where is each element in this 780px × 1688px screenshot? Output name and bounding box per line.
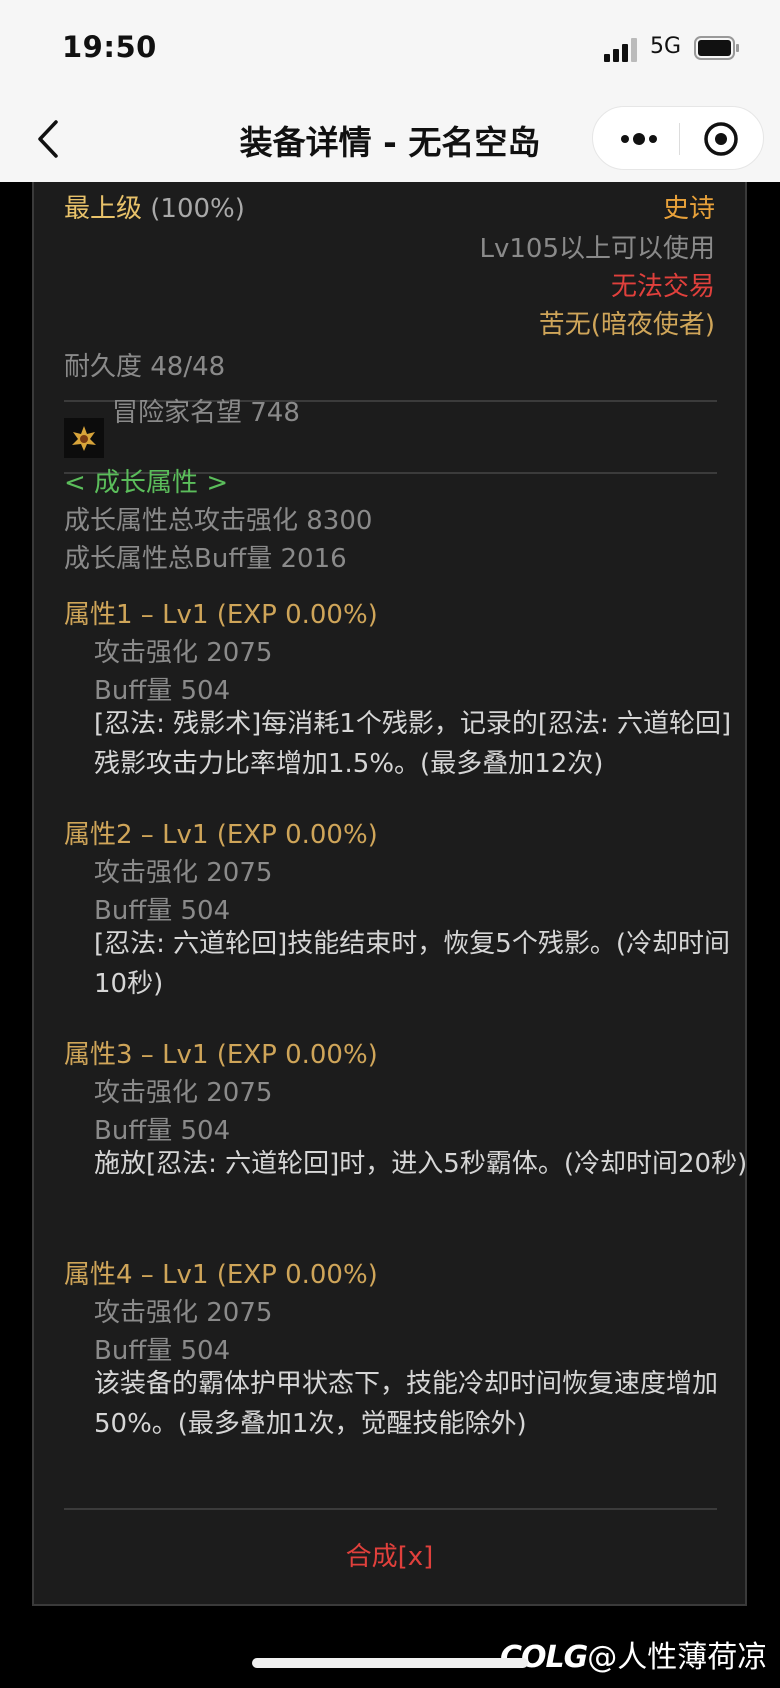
attribute-4-buff: Buff量 504	[94, 1336, 231, 1366]
growth-total-buff: 成长属性总Buff量 2016	[64, 544, 347, 574]
back-chevron-icon[interactable]	[30, 116, 70, 162]
growth-total-attack: 成长属性总攻击强化 8300	[64, 506, 373, 536]
signal-icon	[604, 38, 637, 62]
attribute-4-desc: 该装备的霸体护甲状态下，技能冷却时间恢复速度增加50%。(最多叠加1次，觉醒技能…	[94, 1369, 719, 1439]
home-indicator[interactable]	[252, 1658, 528, 1668]
attribute-3-buff: Buff量 504	[94, 1116, 231, 1146]
top-bar: 19:50 5G 装备详情 - 无名空岛	[0, 0, 780, 182]
reputation-emblem-icon	[64, 418, 104, 458]
equipment-detail-panel: 最上级 (100%) 史诗 Lv105以上可以使用 无法交易 苦无(暗夜使者) …	[32, 182, 747, 1606]
attribute-3-desc: 施放[忍法: 六道轮回]时，进入5秒霸体。(冷却时间20秒)	[94, 1149, 748, 1179]
attribute-1-desc: [忍法: 残影术]每消耗1个残影，记录的[忍法: 六道轮回]残影攻击力比率增加1…	[94, 709, 732, 779]
trade-status: 无法交易	[610, 272, 715, 302]
attribute-4-title: 属性4 – Lv1 (EXP 0.00%)	[64, 1260, 378, 1290]
watermark: COLG@人性薄荷凉	[500, 1632, 767, 1676]
synthesis-link[interactable]: 合成[x]	[34, 1536, 745, 1573]
attribute-2-attack: 攻击强化 2075	[94, 858, 273, 888]
grade-label: 最上级	[64, 194, 143, 224]
page-title: 装备详情 - 无名空岛	[239, 123, 541, 162]
divider	[64, 1508, 717, 1510]
status-time: 19:50	[62, 30, 157, 64]
grade-row: 最上级 (100%)	[64, 188, 245, 225]
grade-percent: (100%)	[150, 194, 245, 224]
attribute-2-title: 属性2 – Lv1 (EXP 0.00%)	[64, 820, 378, 850]
attribute-1-attack: 攻击强化 2075	[94, 638, 273, 668]
level-requirement: Lv105以上可以使用	[479, 234, 716, 264]
capsule-divider	[679, 123, 680, 155]
mini-program-capsule	[592, 106, 764, 170]
rarity-label: 史诗	[662, 194, 715, 224]
attribute-3-attack: 攻击强化 2075	[94, 1078, 273, 1108]
attribute-2-buff: Buff量 504	[94, 896, 231, 926]
more-icon[interactable]	[619, 129, 659, 149]
reputation-value: 冒险家名望 748	[112, 398, 300, 428]
close-target-icon[interactable]	[703, 121, 739, 157]
item-class: 苦无(暗夜使者)	[538, 310, 715, 340]
attribute-1-title: 属性1 – Lv1 (EXP 0.00%)	[64, 600, 378, 630]
watermark-text: @人性薄荷凉	[587, 1640, 768, 1675]
attribute-1-buff: Buff量 504	[94, 676, 231, 706]
growth-header: < 成长属性 >	[64, 468, 229, 498]
battery-icon	[694, 36, 739, 60]
durability: 耐久度 48/48	[64, 352, 226, 382]
network-label: 5G	[650, 34, 682, 59]
attribute-3-title: 属性3 – Lv1 (EXP 0.00%)	[64, 1040, 378, 1070]
attribute-2-desc: [忍法: 六道轮回]技能结束时，恢复5个残影。(冷却时间10秒)	[94, 929, 730, 999]
attribute-4-attack: 攻击强化 2075	[94, 1298, 273, 1328]
